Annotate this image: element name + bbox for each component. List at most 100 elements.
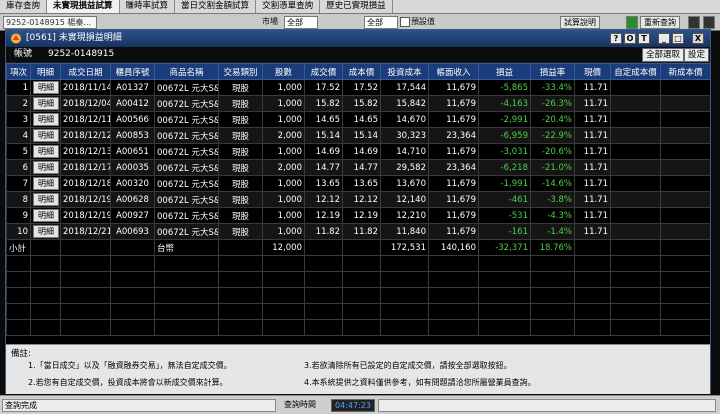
trade-date: 2018/12/13 xyxy=(60,143,111,160)
trade-date: 2018/12/17 xyxy=(60,159,111,176)
custom-cost-price-cell[interactable] xyxy=(610,95,661,112)
detail-button[interactable]: 明細 xyxy=(33,129,59,142)
table-row[interactable]: 7 明細 2018/12/18 A00320 00672L 元大S& 現股 1,000 13.… xyxy=(6,175,710,192)
empty-cell xyxy=(304,239,343,256)
table-row[interactable]: 5 明細 2018/12/13 A00651 00672L 元大S& 現股 1,000 14.… xyxy=(6,143,710,160)
book-income: 11,679 xyxy=(428,143,479,160)
column-header[interactable]: 商品名稱 xyxy=(154,63,219,80)
column-header[interactable]: 帳面收入 xyxy=(428,63,479,80)
settings-button[interactable]: 設定 xyxy=(684,48,710,62)
help-button[interactable]: ? xyxy=(610,33,622,44)
table-row[interactable]: 4 明細 2018/12/12 A00853 00672L 元大S& 現股 2,000 15.… xyxy=(6,127,710,144)
custom-cost-price-cell[interactable] xyxy=(610,175,661,192)
trade-date: 2018/12/18 xyxy=(60,175,111,192)
column-header[interactable]: 櫃員序號 xyxy=(110,63,155,80)
background-market-select[interactable]: 全部 xyxy=(284,16,318,29)
empty-cell xyxy=(30,319,61,336)
table-row[interactable]: 2 明細 2018/12/04 A00412 00672L 元大S& 現股 1,000 15.… xyxy=(6,95,710,112)
empty-cell xyxy=(660,303,710,320)
app-tab[interactable]: 歷史已實現損益 xyxy=(320,0,393,13)
detail-button[interactable]: 明細 xyxy=(33,113,59,126)
teller-serial: A00035 xyxy=(110,159,155,176)
trade-type: 現股 xyxy=(218,111,263,128)
detail-button[interactable]: 明細 xyxy=(33,97,59,110)
maximize-button[interactable]: □ xyxy=(672,33,684,44)
column-header[interactable]: 損益 xyxy=(478,63,531,80)
app-tab[interactable]: 交割憑單查詢 xyxy=(256,0,321,13)
column-header[interactable]: 明細 xyxy=(30,63,61,80)
app-tab[interactable]: 未實現損益試算 xyxy=(47,0,120,13)
row-index: 2 xyxy=(6,95,31,112)
close-button[interactable]: X xyxy=(692,33,704,44)
table-row[interactable]: 8 明細 2018/12/19 A00628 00672L 元大S& 現股 1,000 12.… xyxy=(6,191,710,208)
custom-cost-price-cell[interactable] xyxy=(610,207,661,224)
detail-button[interactable]: 明細 xyxy=(33,177,59,190)
calc-help-button[interactable]: 試算說明 xyxy=(560,16,600,29)
custom-cost-price-cell[interactable] xyxy=(610,191,661,208)
refresh-icon[interactable] xyxy=(626,16,638,29)
pnl-rate: -22.9% xyxy=(530,127,575,144)
detail-button[interactable]: 明細 xyxy=(33,81,59,94)
select-all-button[interactable]: 全部選取 xyxy=(642,48,685,62)
column-header[interactable]: 成交日期 xyxy=(60,63,111,80)
detail-button[interactable]: 明細 xyxy=(33,225,59,238)
custom-cost-price-cell[interactable] xyxy=(610,159,661,176)
option-button[interactable]: O xyxy=(624,33,636,44)
column-header[interactable]: 股數 xyxy=(262,63,305,80)
background-close-button[interactable] xyxy=(703,16,715,29)
pnl-rate: -20.6% xyxy=(530,143,575,160)
table-row[interactable]: 1 明細 2018/11/14 A01327 00672L 元大S& 現股 1,000 17.… xyxy=(6,79,710,96)
table-row[interactable]: 6 明細 2018/12/17 A00035 00672L 元大S& 現股 2,000 14.… xyxy=(6,159,710,176)
detail-button[interactable]: 明細 xyxy=(33,193,59,206)
trade-price: 13.65 xyxy=(304,175,343,192)
column-header[interactable]: 損益率 xyxy=(530,63,575,80)
cost-price: 17.52 xyxy=(342,79,381,96)
column-header[interactable]: 項次 xyxy=(6,63,31,80)
shares: 1,000 xyxy=(262,95,305,112)
product-name: 00672L 元大S& xyxy=(154,175,219,192)
empty-cell xyxy=(342,255,381,272)
topmost-button[interactable]: T xyxy=(638,33,650,44)
background-type-select[interactable]: 全部 xyxy=(364,16,398,29)
minimize-button[interactable]: _ xyxy=(658,33,670,44)
custom-cost-price-cell[interactable] xyxy=(610,223,661,240)
column-header[interactable]: 現價 xyxy=(574,63,611,80)
shares: 1,000 xyxy=(262,111,305,128)
investment-cost: 17,544 xyxy=(380,79,429,96)
custom-cost-price-cell[interactable] xyxy=(610,79,661,96)
window-titlebar[interactable]: [0561] 未實現損益明細 ? O T _ □ X xyxy=(6,30,710,47)
detail-button[interactable]: 明細 xyxy=(33,145,59,158)
table-row[interactable]: 9 明細 2018/12/19 A00927 00672L 元大S& 現股 1,000 12.… xyxy=(6,207,710,224)
background-minimize-button[interactable] xyxy=(688,16,700,29)
investment-cost: 14,670 xyxy=(380,111,429,128)
empty-cell xyxy=(530,271,575,288)
column-header[interactable]: 交易類別 xyxy=(218,63,263,80)
detail-cell: 明細 xyxy=(30,143,61,160)
detail-button[interactable]: 明細 xyxy=(33,209,59,222)
detail-button[interactable]: 明細 xyxy=(33,161,59,174)
column-header[interactable]: 新成本價 xyxy=(660,63,710,80)
custom-cost-price-cell[interactable] xyxy=(610,143,661,160)
column-header[interactable]: 成交價 xyxy=(304,63,343,80)
empty-cell xyxy=(478,287,531,304)
column-header[interactable]: 自定成本價 xyxy=(610,63,661,80)
empty-cell xyxy=(304,255,343,272)
app-tab[interactable]: 賺時率試算 xyxy=(120,0,176,13)
table-row[interactable]: 10 明細 2018/12/21 A00693 00672L 元大S& 現股 1,000 11… xyxy=(6,223,710,240)
background-account-field[interactable]: 9252-0148915 楊秦... xyxy=(3,16,97,29)
app-tab[interactable]: 當日交割金額試算 xyxy=(175,0,257,13)
table-row[interactable]: 3 明細 2018/12/11 A00566 00672L 元大S& 現股 1,000 14.… xyxy=(6,111,710,128)
column-header[interactable]: 投資成本 xyxy=(380,63,429,80)
app-tab[interactable]: 庫存查詢 xyxy=(0,0,48,13)
empty-cell xyxy=(218,239,263,256)
trade-date: 2018/12/11 xyxy=(60,111,111,128)
refresh-button[interactable]: 重新查詢 xyxy=(640,16,680,29)
custom-cost-price-cell[interactable] xyxy=(610,111,661,128)
pnl: -531 xyxy=(478,207,531,224)
custom-cost-price-cell[interactable] xyxy=(610,127,661,144)
shares: 2,000 xyxy=(262,159,305,176)
empty-cell xyxy=(6,255,31,272)
background-default-checkbox[interactable] xyxy=(400,17,410,27)
column-header[interactable]: 成本價 xyxy=(342,63,381,80)
empty-cell xyxy=(530,303,575,320)
